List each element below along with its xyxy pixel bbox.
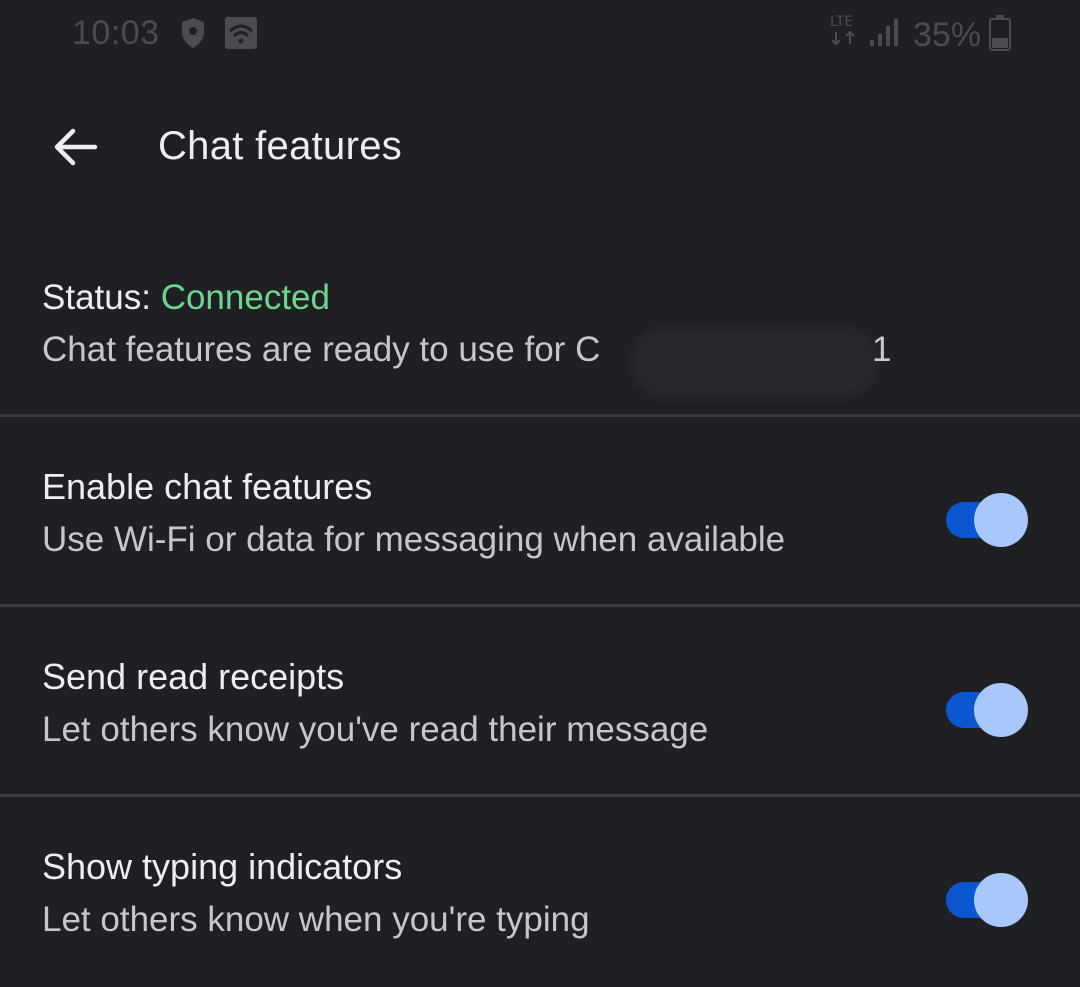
shield-icon <box>180 16 206 55</box>
lte-icon: LTE <box>828 12 862 53</box>
status-description-tail: 1 <box>872 330 892 369</box>
wifi-icon <box>224 16 258 55</box>
status-section: Status: Connected Chat features are read… <box>0 260 1080 415</box>
toggle-thumb <box>974 873 1028 927</box>
signal-icon <box>868 18 904 53</box>
status-value: Connected <box>160 278 330 317</box>
battery-percent: 35% <box>913 16 982 54</box>
toggle-thumb <box>974 493 1028 547</box>
battery-icon <box>988 14 1012 57</box>
setting-subtitle: Use Wi-Fi or data for messaging when ava… <box>42 520 786 559</box>
setting-title: Enable chat features <box>42 466 373 507</box>
arrow-back-icon <box>51 127 99 172</box>
status-time: 10:03 <box>72 14 160 52</box>
redacted-area <box>630 326 880 398</box>
show-typing-indicators-toggle[interactable] <box>946 873 1030 927</box>
setting-enable-chat-features[interactable]: Enable chat features Use Wi-Fi or data f… <box>0 416 1080 604</box>
setting-send-read-receipts[interactable]: Send read receipts Let others know you'v… <box>0 606 1080 794</box>
app-bar: Chat features <box>0 100 1080 200</box>
page-title: Chat features <box>158 124 403 168</box>
setting-subtitle: Let others know you've read their messag… <box>42 710 709 749</box>
toggle-thumb <box>974 683 1028 737</box>
setting-title: Show typing indicators <box>42 846 403 887</box>
status-description: Chat features are ready to use for C <box>42 330 601 369</box>
setting-subtitle: Let others know when you're typing <box>42 900 590 939</box>
lte-label: LTE <box>830 14 853 30</box>
back-button[interactable] <box>40 114 110 184</box>
enable-chat-features-toggle[interactable] <box>946 493 1030 547</box>
status-label: Status: <box>42 278 151 317</box>
setting-show-typing-indicators[interactable]: Show typing indicators Let others know w… <box>0 796 1080 984</box>
send-read-receipts-toggle[interactable] <box>946 683 1030 737</box>
status-bar: 10:03 LTE 35% <box>0 0 1080 70</box>
setting-title: Send read receipts <box>42 656 345 697</box>
status-line: Status: Connected <box>42 278 330 318</box>
